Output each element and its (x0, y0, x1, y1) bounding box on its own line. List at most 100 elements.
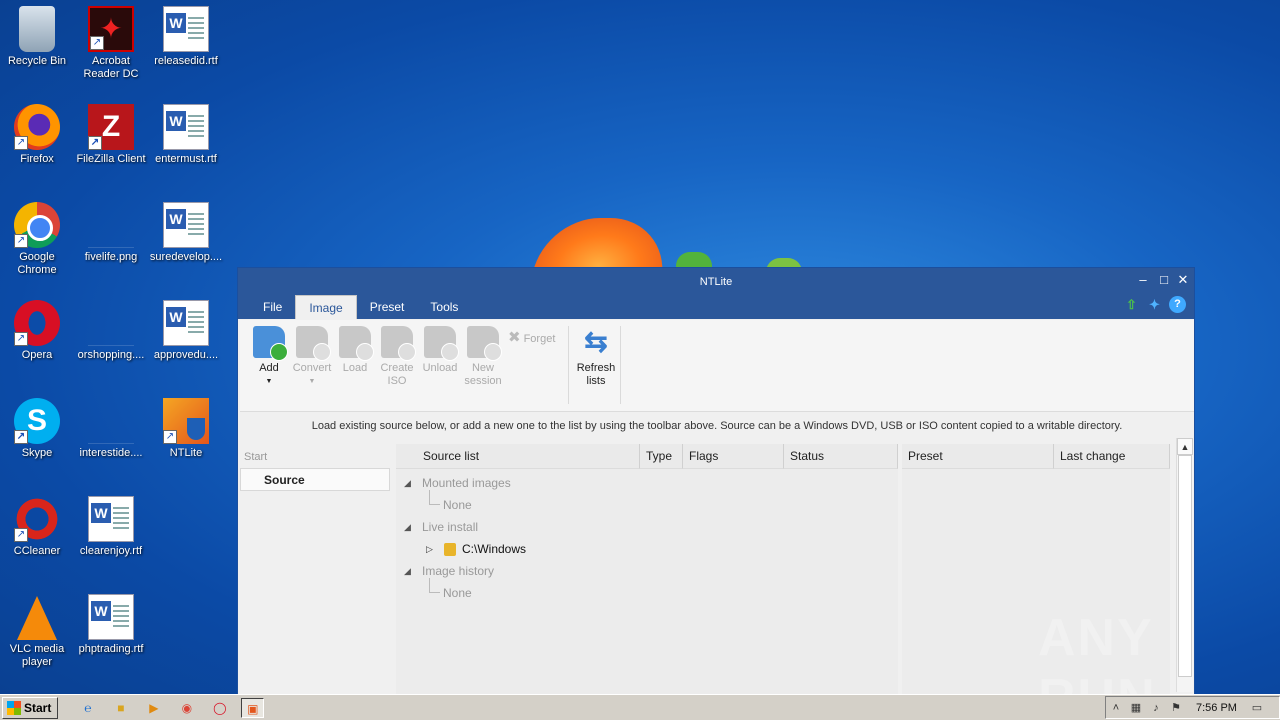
desktop-icon-filezilla[interactable]: Z ↗ FileZilla Client (74, 104, 148, 166)
opera-icon: ↗ (14, 300, 60, 346)
word-document-icon (163, 6, 209, 52)
opera-taskbar-icon[interactable]: ◯ (208, 698, 231, 718)
desktop-icon-chrome[interactable]: ↗ Google Chrome (0, 202, 74, 277)
load-button[interactable]: Load (334, 326, 376, 375)
scroll-up-arrow-icon[interactable]: ▲ (1177, 438, 1193, 455)
network-icon[interactable]: ▦ (1126, 701, 1146, 714)
convert-button[interactable]: Convert ▼ (291, 326, 333, 388)
filezilla-icon: Z ↗ (88, 104, 134, 150)
clock[interactable]: 7:56 PM (1196, 702, 1237, 714)
recycle-bin-icon (19, 6, 55, 52)
internet-explorer-icon[interactable]: ℮ (76, 698, 99, 718)
vlc-icon (17, 596, 57, 640)
shortcut-arrow-icon: ↗ (90, 36, 104, 50)
tree-group-mounted-images[interactable]: ◢ Mounted images (396, 472, 898, 494)
acrobat-icon: ↗ (88, 6, 134, 52)
action-center-flag-icon[interactable]: ⚑ (1166, 701, 1186, 714)
desktop-icon-fivelife[interactable]: fivelife.png (74, 202, 148, 264)
collapse-triangle-icon[interactable]: ◢ (404, 516, 411, 538)
desktop-icon-clearenjoy[interactable]: clearenjoy.rtf (74, 496, 148, 558)
sidebar: Start Source (240, 446, 390, 491)
desktop-icon-entermust[interactable]: entermust.rtf (149, 104, 223, 166)
quick-launch: ℮ ■ ▶ ◉ ◯ ▣ (76, 697, 265, 718)
refresh-lists-button[interactable]: ⇆ Refresh lists (573, 326, 619, 388)
tree-item-windows[interactable]: ▷ C:\Windows (396, 538, 898, 560)
chrome-icon: ↗ (14, 202, 60, 248)
close-button[interactable]: ✕ (1174, 272, 1192, 288)
desktop-icon-opera[interactable]: ↗ Opera (0, 300, 74, 362)
column-header-last-change[interactable]: Last change (1054, 444, 1170, 469)
desktop-icon-interestide[interactable]: interestide.... (74, 398, 148, 460)
image-file-icon (88, 202, 134, 248)
desktop-icon-approvedu[interactable]: approvedu.... (149, 300, 223, 362)
desktop-icon-suredevelop[interactable]: suredevelop.... (149, 202, 223, 264)
taskbar: Start ℮ ■ ▶ ◉ ◯ ▣ ˄ ▦ ♪ ⚑ 7:56 PM ▭ (0, 694, 1280, 720)
collapse-triangle-icon[interactable]: ◢ (404, 560, 411, 582)
unload-button[interactable]: Unload (419, 326, 461, 375)
desktop-icon-vlc[interactable]: VLC media player (0, 594, 74, 669)
desktop-icon-releasedid[interactable]: releasedid.rtf (149, 6, 223, 68)
column-header-status[interactable]: Status (784, 444, 898, 469)
desktop-icon-orshopping[interactable]: orshopping.... (74, 300, 148, 362)
chrome-taskbar-icon[interactable]: ◉ (175, 698, 198, 718)
file-icon (88, 398, 134, 444)
ntlite-icon: ↗ (163, 398, 209, 444)
collapse-triangle-icon[interactable]: ◢ (404, 472, 411, 494)
volume-icon[interactable]: ♪ (1146, 702, 1166, 714)
tab-preset[interactable]: Preset (357, 295, 418, 319)
info-text: Load existing source below, or add a new… (311, 420, 1123, 432)
show-desktop-icon[interactable]: ▭ (1247, 701, 1267, 714)
create-iso-button[interactable]: Create ISO (376, 326, 418, 388)
dropdown-arrow-icon: ▼ (308, 378, 316, 385)
title-bar[interactable]: NTLite – □ ✕ File Image Preset Tools ⇧ ✦… (238, 268, 1194, 319)
media-player-icon[interactable]: ▶ (142, 698, 165, 718)
load-icon (339, 326, 374, 361)
desktop-icon-firefox[interactable]: ↗ Firefox (0, 104, 74, 166)
twitter-icon[interactable]: ✦ (1146, 296, 1163, 313)
sidebar-item-source[interactable]: Source (240, 468, 390, 491)
menu-tabs: File Image Preset Tools (250, 295, 471, 319)
start-button[interactable]: Start (2, 696, 59, 719)
shortcut-arrow-icon: ↗ (88, 136, 102, 150)
forget-button[interactable]: ✖ Forget (508, 328, 555, 346)
tree-item-none: None (396, 578, 898, 604)
sidebar-heading: Start (244, 451, 268, 463)
column-header-preset[interactable]: Preset (902, 444, 1054, 469)
ccleaner-icon: ↗ (14, 496, 60, 542)
refresh-arrows-icon: ⇆ (584, 326, 608, 357)
tab-image[interactable]: Image (295, 295, 357, 319)
desktop-icon-acrobat[interactable]: ↗ Acrobat Reader DC (74, 6, 148, 81)
word-document-icon (163, 300, 209, 346)
word-document-icon (163, 104, 209, 150)
file-explorer-icon[interactable]: ■ (109, 698, 132, 718)
ntlite-taskbar-icon[interactable]: ▣ (241, 697, 265, 718)
column-header-source-list[interactable]: Source list (396, 444, 640, 469)
column-header-flags[interactable]: Flags (683, 444, 784, 469)
tab-tools[interactable]: Tools (417, 295, 471, 319)
desktop-icon-skype[interactable]: S ↗ Skype (0, 398, 74, 460)
file-icon (88, 300, 134, 346)
tree-group-live-install[interactable]: ◢ Live install (396, 516, 898, 538)
source-tree: ◢ Mounted images None ◢ Live install ▷ C… (396, 472, 898, 604)
close-x-icon: ✖ (508, 329, 521, 346)
word-document-icon (88, 496, 134, 542)
desktop-icon-ccleaner[interactable]: ↗ CCleaner (0, 496, 74, 558)
source-list-panel: Source list Type Flags Status ◢ Mounted … (396, 444, 898, 694)
tab-file[interactable]: File (250, 295, 295, 319)
desktop-icon-recycle-bin[interactable]: Recycle Bin (0, 6, 74, 68)
tree-group-image-history[interactable]: ◢ Image history (396, 560, 898, 582)
maximize-button[interactable]: □ (1155, 272, 1173, 287)
desktop-icon-ntlite[interactable]: ↗ NTLite (149, 398, 223, 460)
iso-disc-icon (381, 326, 416, 361)
update-arrow-icon[interactable]: ⇧ (1123, 296, 1140, 313)
minimize-button[interactable]: – (1134, 272, 1152, 287)
system-tray: ˄ ▦ ♪ ⚑ 7:56 PM ▭ (1105, 696, 1280, 719)
desktop-icon-phptrading[interactable]: phptrading.rtf (74, 594, 148, 656)
word-document-icon (88, 594, 134, 640)
expand-triangle-icon[interactable]: ▷ (426, 538, 433, 560)
help-icon[interactable]: ? (1169, 296, 1186, 313)
add-button[interactable]: Add ▼ (248, 326, 290, 388)
show-hidden-icons-icon[interactable]: ˄ (1106, 702, 1126, 714)
new-session-button[interactable]: New session (462, 326, 504, 388)
column-header-type[interactable]: Type (640, 444, 683, 469)
